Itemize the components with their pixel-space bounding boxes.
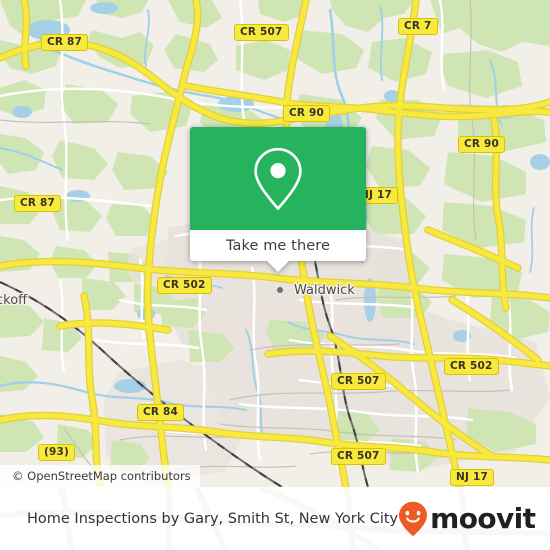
road-shield: CR 507 <box>331 373 386 390</box>
popup-image-area <box>190 127 366 230</box>
location-caption: Home Inspections by Gary, Smith St, New … <box>27 510 399 527</box>
road-shield: CR 7 <box>398 18 438 35</box>
road-shield: CR 502 <box>157 277 212 294</box>
road-shield: NJ 17 <box>450 469 494 486</box>
map-pin-icon <box>251 146 305 212</box>
road-shield: (93) <box>38 444 76 461</box>
moovit-logo[interactable]: moovit <box>398 501 536 537</box>
road-shield: CR 90 <box>283 105 331 122</box>
osm-attribution[interactable]: © OpenStreetMap contributors <box>0 465 200 487</box>
road-shield: CR 84 <box>137 404 185 421</box>
map-canvas[interactable]: CR 87 CR 507 CR 7 CR 90 CR 90 CR 87 NJ 17 CR 50… <box>0 0 550 487</box>
footer-content: Home Inspections by Gary, Smith St, New … <box>0 487 550 550</box>
popup-pointer-tail <box>267 261 289 272</box>
osm-attribution-text: © OpenStreetMap contributors <box>12 469 191 483</box>
footer-bar: Home Inspections by Gary, Smith St, New … <box>0 487 550 550</box>
place-marker-dot <box>277 287 283 293</box>
place-label: ckoff <box>0 293 28 308</box>
popup-cta-area[interactable]: Take me there <box>190 230 366 272</box>
road-shield: CR 502 <box>444 358 499 375</box>
location-popup-card[interactable]: Take me there <box>190 127 366 272</box>
road-shield: CR 507 <box>234 24 289 41</box>
place-label: Waldwick <box>294 283 355 298</box>
road-shield: CR 87 <box>14 195 62 212</box>
road-shield: CR 90 <box>458 136 506 153</box>
moovit-location-card: CR 87 CR 507 CR 7 CR 90 CR 90 CR 87 NJ 17 CR 50… <box>0 0 550 550</box>
road-shield: CR 87 <box>41 34 89 51</box>
road-shield: CR 507 <box>331 448 386 465</box>
take-me-there-label: Take me there <box>225 237 331 254</box>
moovit-pin-icon <box>398 501 428 537</box>
moovit-wordmark: moovit <box>430 501 536 535</box>
